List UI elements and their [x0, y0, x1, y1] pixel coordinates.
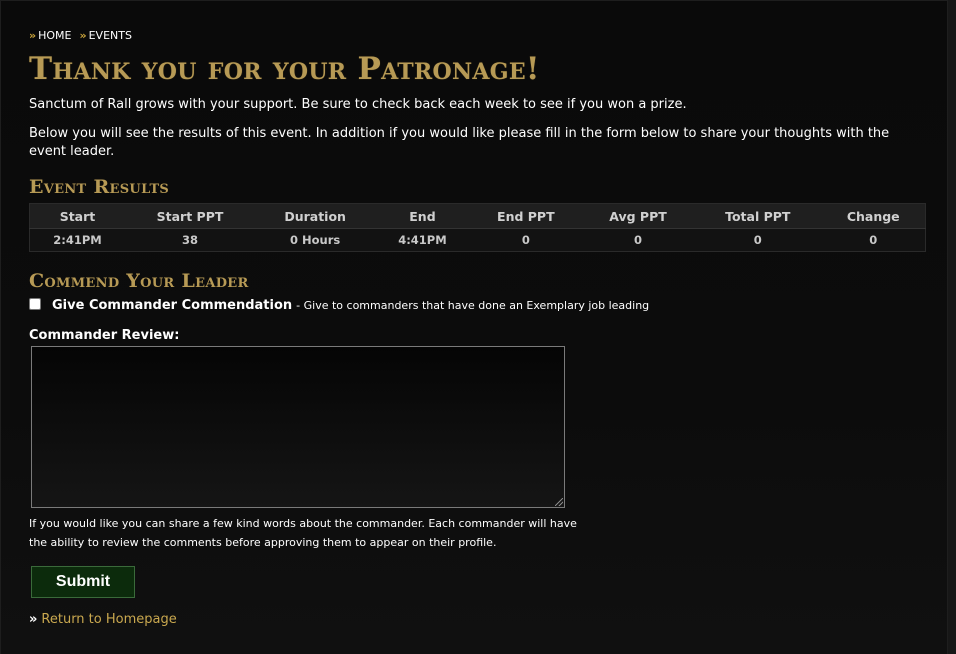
cell-start-ppt: 38 [124, 228, 256, 252]
double-chevron-right-icon: » [29, 612, 38, 627]
intro-text-2: Below you will see the results of this e… [29, 126, 890, 159]
commander-review-textarea[interactable] [31, 346, 565, 508]
cell-avg-ppt: 0 [581, 228, 695, 252]
double-chevron-right-icon: » [29, 29, 37, 42]
cell-start: 2:41PM [29, 228, 125, 252]
scrollbar-edge [948, 0, 956, 654]
column-header-total-ppt: Total PPT [694, 203, 822, 229]
double-chevron-right-icon: » [79, 29, 87, 42]
submit-button[interactable]: Submit [31, 566, 135, 598]
commander-review-label: Commander Review: [29, 328, 180, 343]
column-header-duration: Duration [255, 203, 376, 229]
breadcrumb-events-link[interactable]: » EVENTS [79, 28, 131, 44]
breadcrumb: » HOME » EVENTS [29, 28, 929, 44]
column-header-end-ppt: End PPT [469, 203, 582, 229]
commendation-option: Give Commander Commendation - Give to co… [29, 296, 929, 314]
page-title: Thank you for your Patronage! [29, 51, 540, 87]
column-header-end: End [375, 203, 470, 229]
resize-grip-icon[interactable] [555, 498, 563, 506]
cell-end-ppt: 0 [469, 228, 582, 252]
main-content: » HOME » EVENTS Thank you for your Patro… [29, 28, 929, 627]
intro-text: Sanctum of Rall grows with your support.… [29, 97, 687, 112]
commendation-label[interactable]: Give Commander Commendation [52, 298, 292, 313]
review-help-text: If you would like you can share a few ki… [29, 517, 577, 549]
column-header-start: Start [29, 203, 125, 229]
cell-change: 0 [821, 228, 926, 252]
column-header-avg-ppt: Avg PPT [581, 203, 695, 229]
cell-total-ppt: 0 [694, 228, 822, 252]
table-header-row: Start Start PPT Duration End End PPT Avg… [29, 203, 926, 229]
commendation-description: - Give to commanders that have done an E… [296, 298, 650, 312]
cell-duration: 0 Hours [255, 228, 376, 252]
commendation-checkbox[interactable] [29, 297, 41, 310]
cell-end: 4:41PM [375, 228, 470, 252]
column-header-start-ppt: Start PPT [124, 203, 256, 229]
commend-leader-title: Commend Your Leader [29, 270, 249, 292]
column-header-change: Change [821, 203, 926, 229]
return-to-homepage-link[interactable]: » Return to Homepage [29, 612, 929, 627]
table-row: 2:41PM 38 0 Hours 4:41PM 0 0 0 0 [29, 228, 926, 252]
event-results-title: Event Results [29, 176, 170, 198]
event-results-table: Start Start PPT Duration End End PPT Avg… [29, 203, 926, 252]
breadcrumb-home-link[interactable]: » HOME [29, 28, 71, 44]
return-link-label: Return to Homepage [41, 612, 177, 627]
